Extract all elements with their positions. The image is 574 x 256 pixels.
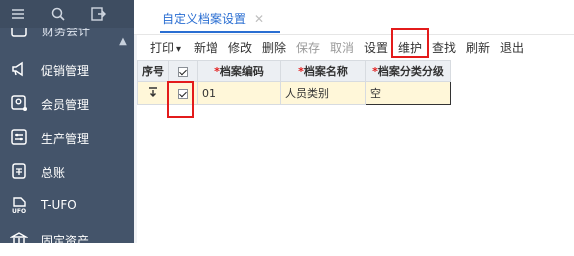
row-marker-icon	[147, 86, 159, 101]
chevron-down-icon: ▾	[176, 44, 182, 55]
cancel-button[interactable]: 取消	[330, 39, 354, 56]
col-level-label: 档案分类分级	[377, 65, 444, 78]
sidebar-item-t-ufo[interactable]: UFO T-UFO	[0, 188, 134, 222]
col-code-label: 档案编码	[219, 65, 264, 78]
ufo-icon: UFO	[10, 196, 28, 214]
close-icon[interactable]: ✕	[254, 12, 264, 26]
add-button[interactable]: 新增	[194, 39, 218, 56]
row-level-cell[interactable]: 空	[365, 81, 451, 105]
finance-icon	[10, 28, 28, 41]
sidebar-item-fixed-assets[interactable]: 固定资产	[0, 222, 134, 256]
delete-button[interactable]: 删除	[262, 39, 286, 56]
sidebar-item-label: 总账	[41, 166, 66, 180]
tab-bar: 自定义档案设置 ✕	[134, 0, 574, 35]
ledger-icon	[10, 162, 28, 180]
sidebar-item-partial-label: 财务会计	[42, 28, 91, 38]
refresh-button[interactable]: 刷新	[466, 39, 490, 56]
col-code: *档案编码	[197, 60, 281, 82]
megaphone-icon	[10, 60, 28, 78]
member-icon	[10, 94, 28, 112]
sidebar-item-ledger[interactable]: 总账	[0, 154, 134, 188]
col-name: *档案名称	[280, 60, 366, 82]
sidebar-item-label: 固定资产	[41, 234, 90, 248]
sidebar-item-label: 促销管理	[41, 64, 90, 78]
col-name-label: 档案名称	[303, 65, 348, 78]
sidebar-header	[0, 0, 134, 28]
row-seq-cell[interactable]	[137, 81, 169, 105]
sidebar-item-label: 会员管理	[41, 98, 90, 112]
grid-header-row: 序号 *档案编码 *档案名称 *档案分类分级	[137, 60, 451, 82]
sidebar-item-member[interactable]: 会员管理	[0, 86, 134, 120]
search-icon[interactable]	[50, 6, 66, 22]
tab-label: 自定义档案设置	[162, 12, 247, 26]
select-all-checkbox[interactable]	[178, 66, 188, 77]
bank-icon	[10, 230, 28, 248]
svg-text:UFO: UFO	[12, 208, 26, 214]
active-tab-indicator	[160, 31, 280, 33]
checkbox-highlight	[167, 81, 194, 118]
scroll-up-button[interactable]: ▲	[117, 36, 129, 50]
production-icon	[10, 128, 28, 146]
col-level: *档案分类分级	[365, 60, 451, 82]
print-label: 打印	[150, 41, 175, 55]
col-seq: 序号	[137, 60, 169, 82]
maintain-highlight	[391, 28, 429, 58]
toolbar: 打印 ▾ 新增 修改 删除 保存 取消 设置 维护 查找 刷新 退出	[148, 28, 568, 58]
sidebar: 财务会计 ▲ 促销管理 会员管理 生产管理 总账 UFO T-UFO 固定资产	[0, 0, 134, 248]
sidebar-item-production[interactable]: 生产管理	[0, 120, 134, 154]
exit-button[interactable]: 退出	[500, 39, 524, 56]
settings-button[interactable]: 设置	[364, 39, 388, 56]
sidebar-item-label: T-UFO	[41, 198, 77, 212]
export-icon[interactable]	[90, 6, 106, 22]
menu-icon[interactable]	[10, 6, 26, 22]
print-button[interactable]: 打印 ▾	[150, 39, 181, 56]
sidebar-item-partial[interactable]: 财务会计	[0, 28, 134, 46]
edit-button[interactable]: 修改	[228, 39, 252, 56]
row-code-cell[interactable]: 01	[197, 81, 281, 105]
find-button[interactable]: 查找	[432, 39, 456, 56]
sidebar-item-promotion[interactable]: 促销管理	[0, 52, 134, 86]
sidebar-item-label: 生产管理	[41, 132, 90, 146]
row-name-cell[interactable]: 人员类别	[280, 81, 366, 105]
save-button[interactable]: 保存	[296, 39, 320, 56]
col-select[interactable]	[168, 60, 198, 82]
